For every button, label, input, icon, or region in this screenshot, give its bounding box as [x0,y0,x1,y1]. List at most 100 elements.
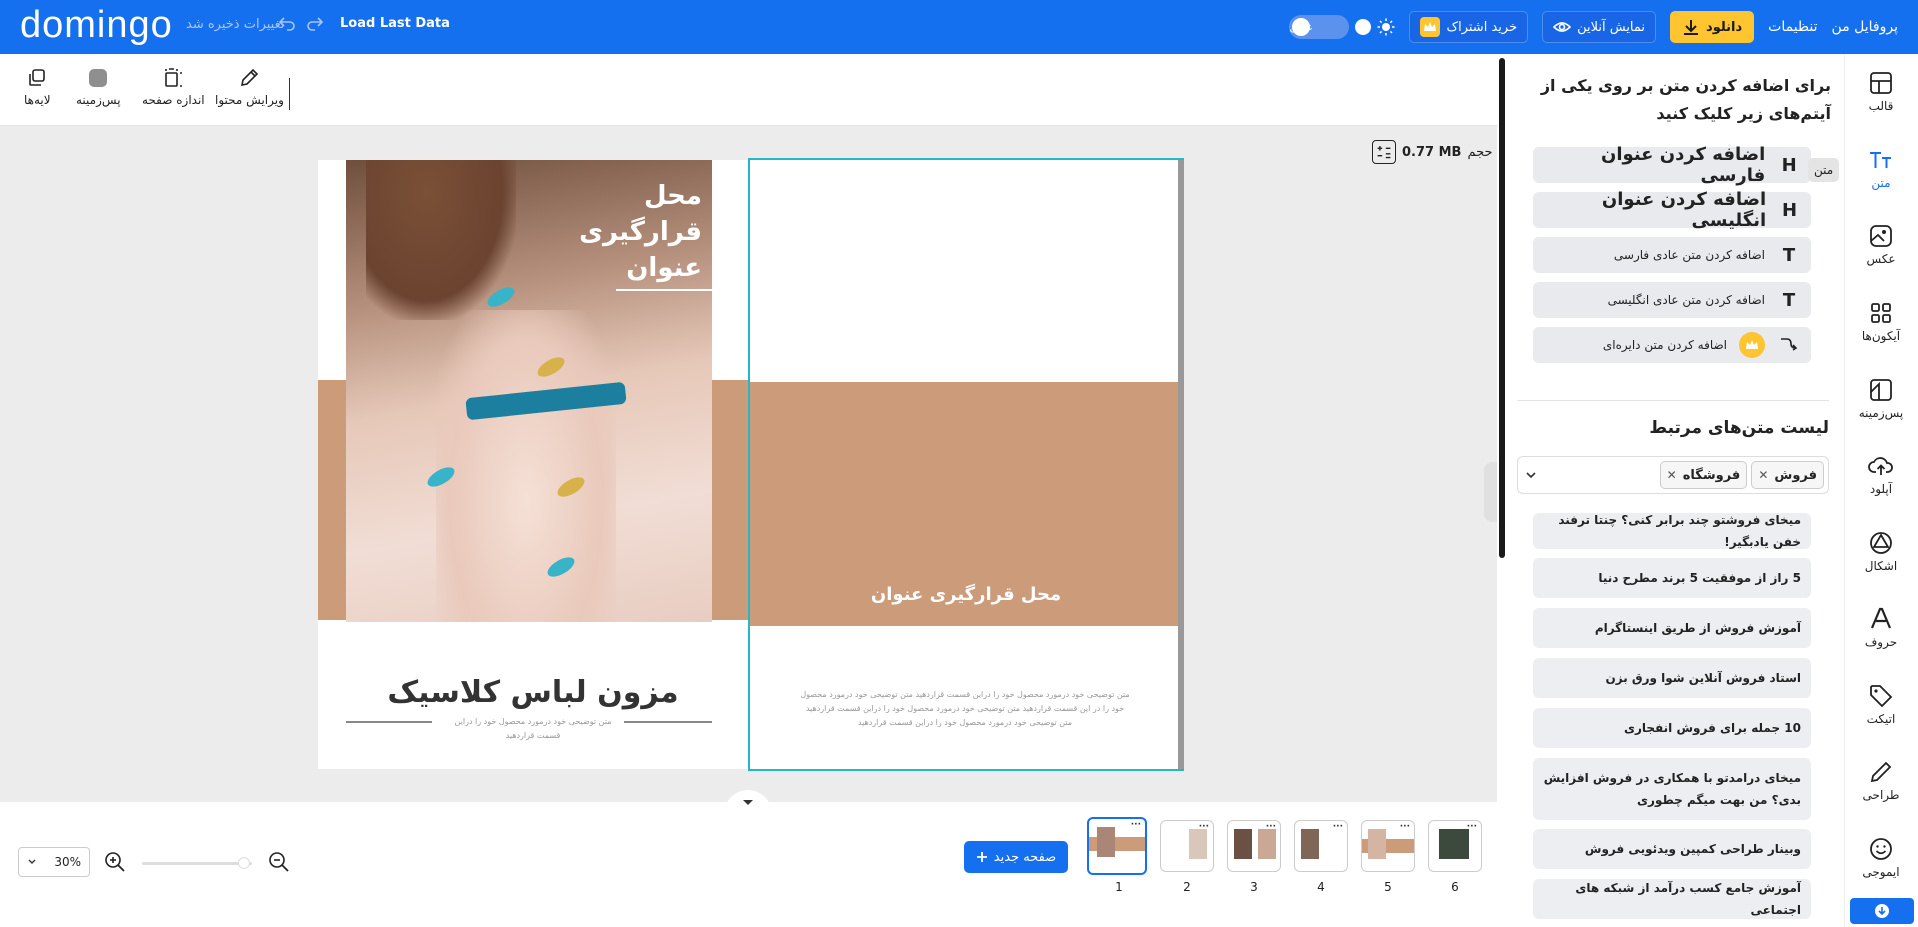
photo-title[interactable]: محل قرارگیری عنوان [579,178,702,286]
panel-scrollbar[interactable] [1499,58,1505,558]
dress-photo[interactable]: محل قرارگیری عنوان [346,160,712,622]
more-icon[interactable]: ··· [1400,822,1410,832]
sidebar-item-upload[interactable]: آپلود [1844,453,1918,496]
download-button[interactable]: دانلود [1670,11,1755,43]
more-icon[interactable]: ··· [1467,822,1477,832]
sidebar-item-text[interactable]: متن [1844,147,1918,190]
size-label: حجم [1467,144,1493,160]
heading-rule-right [624,721,712,723]
page-thumbnail[interactable]: ··· [1361,820,1415,872]
more-icon[interactable]: ··· [1266,822,1276,832]
page-number: 4 [1317,880,1325,894]
panel-divider [1517,400,1829,401]
sidebar-item-sticker[interactable]: اتیکت [1844,683,1918,726]
sidebar-item-label: قالب [1868,99,1894,113]
related-text-item[interactable]: وبینار طراحی کمپین ویدئویی فروش [1533,829,1811,869]
page-right-selected[interactable]: محل قرارگیری عنوان متن توضیحی خود درمورد… [748,158,1184,771]
sidebar-item-design[interactable]: طراحی [1844,759,1918,802]
edit-content-tool[interactable]: ویرایش محتوا [215,67,284,107]
sidebar-tooltip: متن [1808,158,1840,182]
add-persian-heading-button[interactable]: H اضافه کردن عنوان فارسی [1533,144,1811,186]
theme-toggle[interactable]: عادی [1289,15,1395,39]
tag-chip[interactable]: فروشگاه ✕ [1659,461,1748,489]
heading-rule-left [346,721,432,723]
related-text-item[interactable]: میخای فروشتو چند برابر کنی؟ چنتا ترفند خ… [1533,513,1811,549]
tag-chip[interactable]: فروش ✕ [1751,461,1824,489]
sidebar-item-emoji[interactable]: ایموجی [1844,836,1918,879]
top-nav: پروفایل من تنظیمات دانلود نمایش آنلاین خ… [1289,0,1898,54]
left-page-heading[interactable]: مزون لباس کلاسیک [318,675,748,710]
panel-collapse-handle[interactable] [1484,462,1498,522]
page-thumbnail[interactable]: ··· [1227,820,1281,872]
add-circular-text-button[interactable]: اضافه کردن متن دایره‌ای [1533,327,1811,363]
sidebar-item-photo[interactable]: عکس [1844,223,1918,266]
related-text-item[interactable]: 10 جمله برای فروش انفجاری [1533,708,1811,748]
add-persian-text-button[interactable]: T اضافه کردن متن عادی فارسی [1533,237,1811,273]
close-icon[interactable]: ✕ [1667,468,1677,482]
page-thumbnail[interactable]: ··· [1428,820,1482,872]
pencil-icon [241,68,259,87]
related-text-item[interactable]: آموزش فروش از طریق اینستاگرام [1533,608,1811,648]
profile-link[interactable]: پروفایل من [1832,19,1898,35]
sidebar-item-shapes[interactable]: اشکال [1844,530,1918,573]
page-thumbnail[interactable]: ··· [1160,820,1214,872]
add-english-heading-button[interactable]: H اضافه کردن عنوان انگلیسی [1533,189,1811,231]
undo-icon[interactable] [277,13,297,33]
more-icon[interactable]: ··· [1199,822,1209,832]
redo-icon[interactable] [305,13,325,33]
page-thumbnail[interactable]: ··· [1087,817,1147,875]
zoom-slider[interactable] [142,862,252,865]
page-thumbnail[interactable]: ··· [1294,820,1348,872]
right-page-body[interactable]: متن توضیحی خود درمورد محصول خود را دراین… [800,688,1130,730]
subscribe-button[interactable]: خرید اشتراک [1409,11,1529,43]
load-last-data-button[interactable]: Load Last Data [340,16,450,31]
settings-link[interactable]: تنظیمات [1768,19,1817,35]
related-text-item[interactable]: میخای درامدتو با همکاری در فروش افزایش ب… [1533,758,1811,820]
editor-toolbar: لایه‌ها پس‌زمینه اندازه صفحه ویرایش محتو… [0,54,1497,126]
close-icon[interactable]: ✕ [1758,468,1768,482]
chevron-down-icon [28,859,36,864]
add-item-label: اضافه کردن عنوان فارسی [1601,144,1766,186]
template-icon [1870,72,1892,94]
new-page-button[interactable]: صفحه جدید [964,841,1068,873]
add-english-text-button[interactable]: T اضافه کردن متن عادی انگلیسی [1533,282,1811,318]
left-page-subtext[interactable]: متن توضیحی خود درمورد محصول خود را دراین… [448,715,618,743]
zoom-out-icon[interactable] [268,851,290,873]
heading-icon: H [1782,199,1798,221]
zoom-in-icon[interactable] [104,851,126,873]
online-view-label: نمایش آنلاین [1577,19,1646,35]
download-label: دانلود [1706,19,1743,35]
tag-filter[interactable]: فروش ✕ فروشگاه ✕ [1517,456,1829,494]
font-icon [1870,607,1892,629]
background-tool[interactable]: پس‌زمینه [76,67,121,107]
background-label: پس‌زمینه [76,93,121,107]
right-page-heading[interactable]: محل قرارگیری عنوان [750,584,1182,605]
related-text-item[interactable]: 5 راز از موفقیت 5 برند مطرح دنیا [1533,558,1811,598]
page-left[interactable]: محل قرارگیری عنوان مزون لباس کلاسیک متن … [318,160,748,769]
zoom-select[interactable]: 30% [18,847,90,877]
more-icon[interactable]: ··· [1131,820,1141,830]
logo[interactable]: domingo [20,4,173,47]
sidebar-item-label: حروف [1864,635,1898,649]
sidebar-item-fonts[interactable]: حروف [1844,606,1918,649]
tag-icon [1870,685,1893,708]
bottom-collapse-toggle[interactable] [724,790,772,814]
calculator-icon[interactable] [1372,140,1396,164]
sidebar-item-background[interactable]: پس‌زمینه [1844,377,1918,420]
related-text-item[interactable]: آموزش جامع کسب درآمد از شبکه های اجتماعی [1533,879,1811,919]
mode-switch[interactable]: عادی [1289,15,1350,39]
page-shadow [1178,160,1184,769]
layers-tool[interactable]: لایه‌ها [24,67,51,107]
sidebar-scroll-down-button[interactable] [1850,898,1914,924]
related-text-item[interactable]: استاد فروش آنلاین شوا ورق بزن [1533,658,1811,698]
sidebar-item-label: ایموجی [1862,865,1900,879]
zoom-slider-thumb[interactable] [238,857,250,869]
sidebar-item-icons[interactable]: آیکون‌ها [1844,300,1918,343]
new-page-label: صفحه جدید [993,849,1057,865]
chevron-down-icon[interactable] [1522,466,1540,484]
sidebar-item-template[interactable]: قالب [1844,70,1918,113]
more-icon[interactable]: ··· [1333,822,1343,832]
page-size-tool[interactable]: اندازه صفحه [142,67,205,107]
online-view-button[interactable]: نمایش آنلاین [1542,11,1657,43]
page-number: 3 [1250,880,1258,894]
